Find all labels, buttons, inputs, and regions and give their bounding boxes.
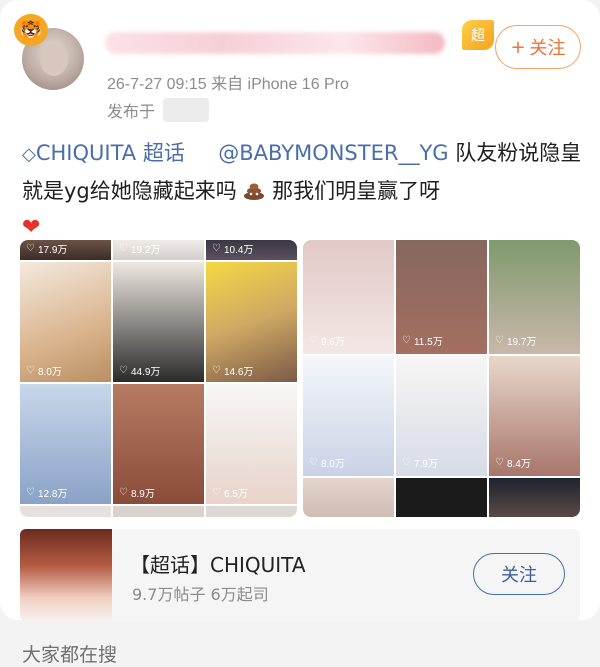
like-count: ♡ 11.5万 [402, 335, 443, 348]
like-count: ♡ 44.9万 [119, 365, 161, 378]
heart-outline-icon: ♡ [26, 487, 35, 498]
collage-cell[interactable] [206, 506, 297, 517]
like-count: ♡ 10.4万 [212, 243, 254, 256]
collage-cell[interactable] [303, 478, 394, 517]
location-blurred [163, 98, 210, 122]
collage-cell[interactable]: ♡ 8.4万 [489, 356, 580, 476]
like-count: ♡ 17.9万 [26, 243, 68, 256]
collage-cell[interactable]: ♡ 19.2万 [113, 240, 204, 260]
collage-cell[interactable] [20, 506, 111, 517]
collage-cell[interactable]: ♡ 6.5万 [206, 384, 297, 504]
location-label: 发布于 [107, 102, 156, 121]
supertopic-stats: 9.7万帖子 6万起司 [132, 585, 269, 604]
heart-outline-icon: ♡ [212, 487, 221, 498]
collage-cell[interactable]: ♡ 8.0万 [20, 262, 111, 382]
collage-cell[interactable]: ♡ 7.9万 [396, 356, 487, 476]
collage-cell[interactable]: ♡ 9.6万 [303, 240, 394, 354]
heart-outline-icon: ♡ [212, 243, 221, 254]
like-count: ♡ 7.9万 [402, 457, 438, 470]
collage-cell[interactable]: ♡ 17.9万 [20, 240, 111, 260]
follow-button[interactable]: + 关注 [495, 25, 581, 69]
like-count: ♡ 19.7万 [495, 335, 537, 348]
like-count: ♡ 8.9万 [119, 487, 155, 500]
supertopic-link[interactable]: CHIQUITA 超话 [36, 141, 185, 165]
heart-outline-icon: ♡ [119, 243, 128, 254]
heart-outline-icon: ♡ [26, 365, 35, 376]
collage-cell[interactable] [396, 478, 487, 517]
collage-cell[interactable] [113, 506, 204, 517]
username-blurred[interactable] [105, 32, 445, 54]
collage-cell[interactable]: ♡ 44.9万 [113, 262, 204, 382]
like-count: ♡ 12.8万 [26, 487, 68, 500]
heart-outline-icon: ♡ [26, 243, 35, 254]
heart-outline-icon: ♡ [119, 487, 128, 498]
image-collage-right[interactable]: ♡ 9.6万 ♡ 11.5万 ♡ 19.7万 ♡ 8.0万 ♡ 7.9万 ♡ 8.4万 [303, 240, 580, 517]
poop-emoji-icon [244, 183, 265, 200]
collage-cell[interactable]: ♡ 11.5万 [396, 240, 487, 354]
tiger-badge-icon: 🐯 [14, 14, 48, 46]
supertopic-follow-button[interactable]: 关注 [473, 553, 565, 595]
collage-cell[interactable]: ♡ 19.7万 [489, 240, 580, 354]
heart-outline-icon: ♡ [402, 335, 411, 346]
supertopic-thumbnail [20, 529, 112, 621]
plus-icon: + [510, 36, 526, 58]
heart-outline-icon: ♡ [309, 335, 318, 346]
heart-outline-icon: ♡ [402, 457, 411, 468]
collage-cell[interactable]: ♡ 12.8万 [20, 384, 111, 504]
collage-cell[interactable] [489, 478, 580, 517]
mention-link[interactable]: @BABYMONSTER__YG [218, 141, 448, 165]
image-collage-left[interactable]: ♡ 17.9万 ♡ 19.2万 ♡ 10.4万 ♡ 8.0万 ♡ 44.9万 ♡ 14.6万… [20, 240, 297, 517]
collage-cell[interactable]: ♡ 8.0万 [303, 356, 394, 476]
like-count: ♡ 14.6万 [212, 365, 254, 378]
collage-cell[interactable]: ♡ 8.9万 [113, 384, 204, 504]
like-count: ♡ 8.0万 [309, 457, 345, 470]
like-count: ♡ 8.4万 [495, 457, 531, 470]
like-count: ♡ 6.5万 [212, 487, 248, 500]
collage-cell[interactable]: ♡ 10.4万 [206, 240, 297, 260]
supertopic-badge-icon: 超 [462, 20, 494, 50]
heart-outline-icon: ♡ [119, 365, 128, 376]
post-location: 发布于 [107, 98, 210, 122]
post-meta: 26-7-27 09:15 来自 iPhone 16 Pro [107, 76, 349, 93]
heart-outline-icon: ♡ [495, 335, 504, 346]
like-count: ♡ 19.2万 [119, 243, 161, 256]
supertopic-card[interactable]: 【超话】CHIQUITA 9.7万帖子 6万起司 关注 [20, 529, 580, 621]
avatar-face [40, 42, 68, 76]
search-hint-label: 大家都在搜 [22, 644, 118, 666]
like-count: ♡ 9.6万 [309, 335, 345, 348]
collage-cell[interactable]: ♡ 14.6万 [206, 262, 297, 382]
supertopic-title: 【超话】CHIQUITA [130, 553, 306, 577]
like-count: ♡ 8.0万 [26, 365, 62, 378]
diamond-icon: ◇ [22, 144, 36, 165]
post-text: ◇CHIQUITA 超话 @BABYMONSTER__YG 队友粉说隐皇就是yg… [22, 135, 582, 246]
heart-outline-icon: ♡ [309, 457, 318, 468]
heart-icon: ❤ [22, 215, 41, 240]
post-text-part2: 那我们明皇赢了呀 [265, 179, 441, 203]
heart-outline-icon: ♡ [212, 365, 221, 376]
post-card: 🐯 26-7-27 09:15 来自 iPhone 16 Pro 发布于 超 +… [0, 0, 600, 621]
follow-label: 关注 [529, 38, 566, 59]
heart-outline-icon: ♡ [495, 457, 504, 468]
